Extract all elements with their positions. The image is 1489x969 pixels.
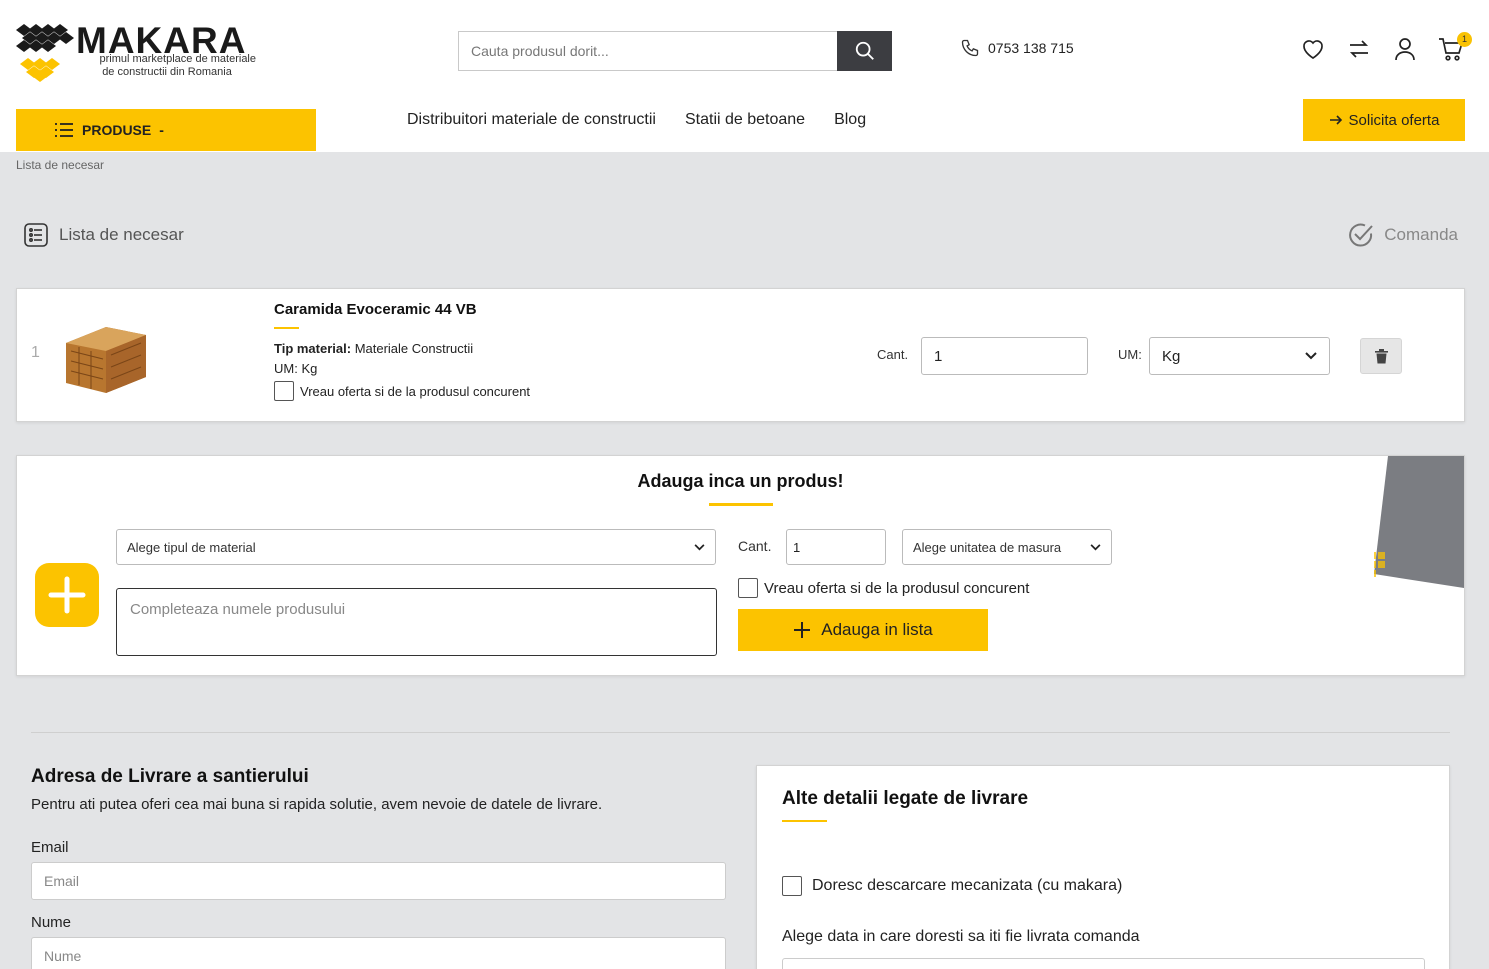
unit-select[interactable]: Kg — [1149, 337, 1330, 375]
delivery-title: Adresa de Livrare a santierului — [31, 766, 309, 787]
competitor-offer-label: Vreau oferta si de la produsul concurent — [300, 383, 531, 399]
quantity-input[interactable] — [921, 337, 1088, 375]
quantity-label: Cant. — [877, 347, 909, 362]
delivery-details-title: Alte detalii legate de livrare — [782, 788, 1029, 809]
phone-contact[interactable]: 0753 138 715 — [960, 37, 1074, 59]
add-competitor-offer-checkbox[interactable] — [738, 578, 758, 598]
search-bar — [458, 31, 892, 71]
add-competitor-offer-label: Vreau oferta si de la produsul concurent — [764, 579, 1030, 597]
product-type-line: Tip material: Materiale Constructii — [274, 339, 473, 359]
delete-product-button[interactable] — [1360, 338, 1402, 374]
product-type-value: Materiale Constructii — [354, 341, 474, 356]
add-to-list-label: Adauga in lista — [821, 620, 933, 639]
user-icon — [1395, 38, 1415, 61]
title-underline — [782, 820, 827, 822]
step-comanda[interactable]: Comanda — [1348, 222, 1458, 248]
add-unit-select[interactable]: Alege unitatea de masura — [902, 529, 1112, 565]
product-index: 1 — [31, 344, 40, 361]
phone-icon — [961, 39, 979, 57]
plus-icon — [794, 622, 811, 638]
title-underline — [274, 327, 299, 329]
product-image — [66, 327, 146, 393]
brand-tagline-line2: de constructii din Romania — [102, 66, 232, 78]
products-menu-caret: - — [159, 122, 164, 138]
nav-link-blog[interactable]: Blog — [834, 110, 866, 130]
product-name-textarea[interactable]: Completeaza numele produsului — [116, 588, 717, 656]
chevron-down-icon — [1090, 543, 1101, 550]
search-input[interactable] — [458, 31, 837, 71]
email-label: Email — [31, 839, 69, 856]
chevron-down-icon — [694, 543, 705, 550]
cart-count-badge: 1 — [1457, 32, 1472, 47]
trash-icon — [1374, 348, 1388, 363]
unit-select-value: Kg — [1162, 347, 1181, 365]
product-row: 1 Caramida Evoceramic 44 VB Tip material… — [16, 288, 1465, 422]
search-icon — [855, 41, 874, 60]
add-unit-placeholder: Alege unitatea de masura — [913, 539, 1062, 555]
title-underline — [709, 503, 773, 506]
mechanized-unloading-checkbox[interactable] — [782, 876, 802, 896]
compare-button[interactable] — [1346, 34, 1372, 64]
delivery-date-label: Alege data in care doresti sa iti fie li… — [782, 928, 1140, 945]
request-offer-label: Solicita oferta — [1348, 111, 1440, 129]
checklist-icon — [24, 223, 48, 247]
header-icons: 1 — [1300, 32, 1472, 64]
product-meta: Tip material: Materiale Constructii UM: … — [274, 339, 473, 379]
cart-button[interactable]: 1 — [1438, 32, 1472, 64]
account-button[interactable] — [1392, 34, 1418, 64]
request-offer-button[interactable]: Solicita oferta — [1303, 99, 1465, 141]
search-button[interactable] — [837, 31, 892, 71]
header: MAKARA primul marketplace de materiale d… — [0, 0, 1489, 152]
delivery-date-input[interactable] — [782, 958, 1425, 969]
mechanized-unloading-option: Doresc descarcare mecanizata (cu makara) — [782, 876, 1122, 896]
brand-tagline-line1: primul marketplace de materiale — [99, 53, 256, 65]
products-menu-label: PRODUSE — [82, 122, 152, 138]
nav-link-statii-betoane[interactable]: Statii de betoane — [685, 110, 805, 130]
add-quantity-label: Cant. — [738, 538, 772, 554]
competitor-offer-option: Vreau oferta si de la produsul concurent — [274, 381, 530, 401]
logo-mark-icon — [16, 24, 74, 82]
wishlist-button[interactable] — [1300, 34, 1326, 64]
heart-icon — [1303, 40, 1323, 59]
nav-link-distribuitori[interactable]: Distribuitori materiale de constructii — [407, 110, 656, 130]
email-field[interactable]: Email — [31, 862, 726, 900]
material-type-placeholder: Alege tipul de material — [127, 539, 256, 555]
main-nav: Distribuitori materiale de constructii S… — [407, 110, 866, 130]
list-menu-icon — [55, 123, 73, 137]
arrow-right-icon — [1329, 115, 1342, 125]
step-lista-label: Lista de necesar — [59, 225, 184, 244]
products-menu-button[interactable]: PRODUSE - — [16, 109, 316, 151]
material-type-select[interactable]: Alege tipul de material — [116, 529, 716, 565]
product-type-label: Tip material: — [274, 341, 352, 356]
add-to-list-button[interactable]: Adauga in lista — [738, 609, 988, 651]
unit-label: UM: — [1118, 347, 1142, 362]
brand-tagline: primul marketplace de materiale de const… — [78, 53, 256, 79]
product-um-line: UM: Kg — [274, 361, 318, 376]
breadcrumb[interactable]: Lista de necesar — [16, 158, 104, 172]
compare-icon — [1349, 40, 1369, 58]
add-quantity-input[interactable]: 1 — [786, 529, 886, 565]
name-field[interactable]: Nume — [31, 937, 726, 969]
competitor-offer-checkbox[interactable] — [274, 381, 294, 401]
add-product-card: Adauga inca un produs! Alege tipul de ma… — [16, 455, 1465, 676]
mechanized-unloading-label: Doresc descarcare mecanizata (cu makara) — [812, 877, 1123, 894]
plus-icon — [35, 563, 99, 627]
step-comanda-label: Comanda — [1384, 225, 1458, 244]
section-divider — [31, 732, 1450, 733]
chevron-down-icon — [1305, 352, 1317, 360]
check-circle-icon — [1349, 223, 1374, 247]
add-competitor-offer-option: Vreau oferta si de la produsul concurent — [738, 578, 1029, 598]
product-title[interactable]: Caramida Evoceramic 44 VB — [274, 301, 477, 318]
add-product-title: Adauga inca un produs! — [637, 471, 844, 491]
name-label: Nume — [31, 914, 72, 931]
delivery-subtitle: Pentru ati putea oferi cea mai buna si r… — [31, 796, 603, 813]
logo[interactable]: MAKARA primul marketplace de materiale d… — [14, 22, 264, 84]
phone-number: 0753 138 715 — [988, 40, 1074, 56]
step-lista[interactable]: Lista de necesar — [23, 222, 184, 248]
delivery-details-card: Alte detalii legate de livrare Doresc de… — [756, 765, 1450, 969]
